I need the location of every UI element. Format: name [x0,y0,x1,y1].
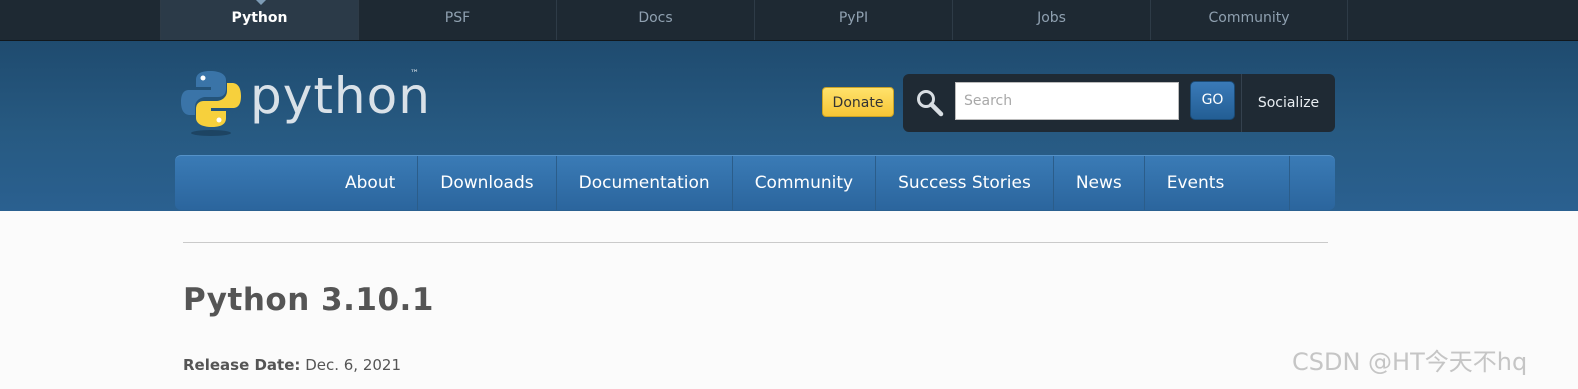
search-input[interactable] [955,82,1179,120]
meta-tab-pypi[interactable]: PyPI [754,0,952,40]
search-form: GO Socialize [903,74,1335,132]
nav-item-success-stories[interactable]: Success Stories [876,156,1054,210]
donate-button[interactable]: Donate [822,87,894,117]
release-date-label: Release Date: [183,356,301,374]
logo-wordmark: python [250,67,431,125]
meta-tab-psf[interactable]: PSF [358,0,556,40]
nav-item-news[interactable]: News [1054,156,1145,210]
meta-nav-tabs: Python PSF Docs PyPI Jobs Community [160,0,1348,40]
nav-item-about[interactable]: About [323,156,419,210]
nav-item-downloads[interactable]: Downloads [418,156,557,210]
page-title: Python 3.10.1 [183,282,434,318]
meta-tab-community[interactable]: Community [1150,0,1348,40]
nav-item-community[interactable]: Community [733,156,877,210]
main-navigation: About Downloads Documentation Community … [175,155,1335,210]
nav-item-events[interactable]: Events [1145,156,1290,210]
meta-tab-jobs[interactable]: Jobs [952,0,1150,40]
logo-trademark: ™ [410,69,419,79]
python-snake-icon [181,71,241,136]
content-divider [183,242,1328,243]
watermark: CSDN @HT今天不hq [1292,348,1528,376]
python-logo[interactable]: python ™ [180,67,431,139]
go-button[interactable]: GO [1190,81,1235,120]
meta-tab-python[interactable]: Python [160,0,358,40]
release-date-value: Dec. 6, 2021 [305,356,402,374]
release-date: Release Date: Dec. 6, 2021 [183,356,401,374]
meta-tab-docs[interactable]: Docs [556,0,754,40]
meta-navigation: Python PSF Docs PyPI Jobs Community [0,0,1578,41]
nav-item-documentation[interactable]: Documentation [557,156,733,210]
search-icon[interactable] [915,88,945,118]
socialize-button[interactable]: Socialize [1241,74,1335,132]
site-header: python ™ Donate GO Socialize About Downl… [0,41,1578,211]
